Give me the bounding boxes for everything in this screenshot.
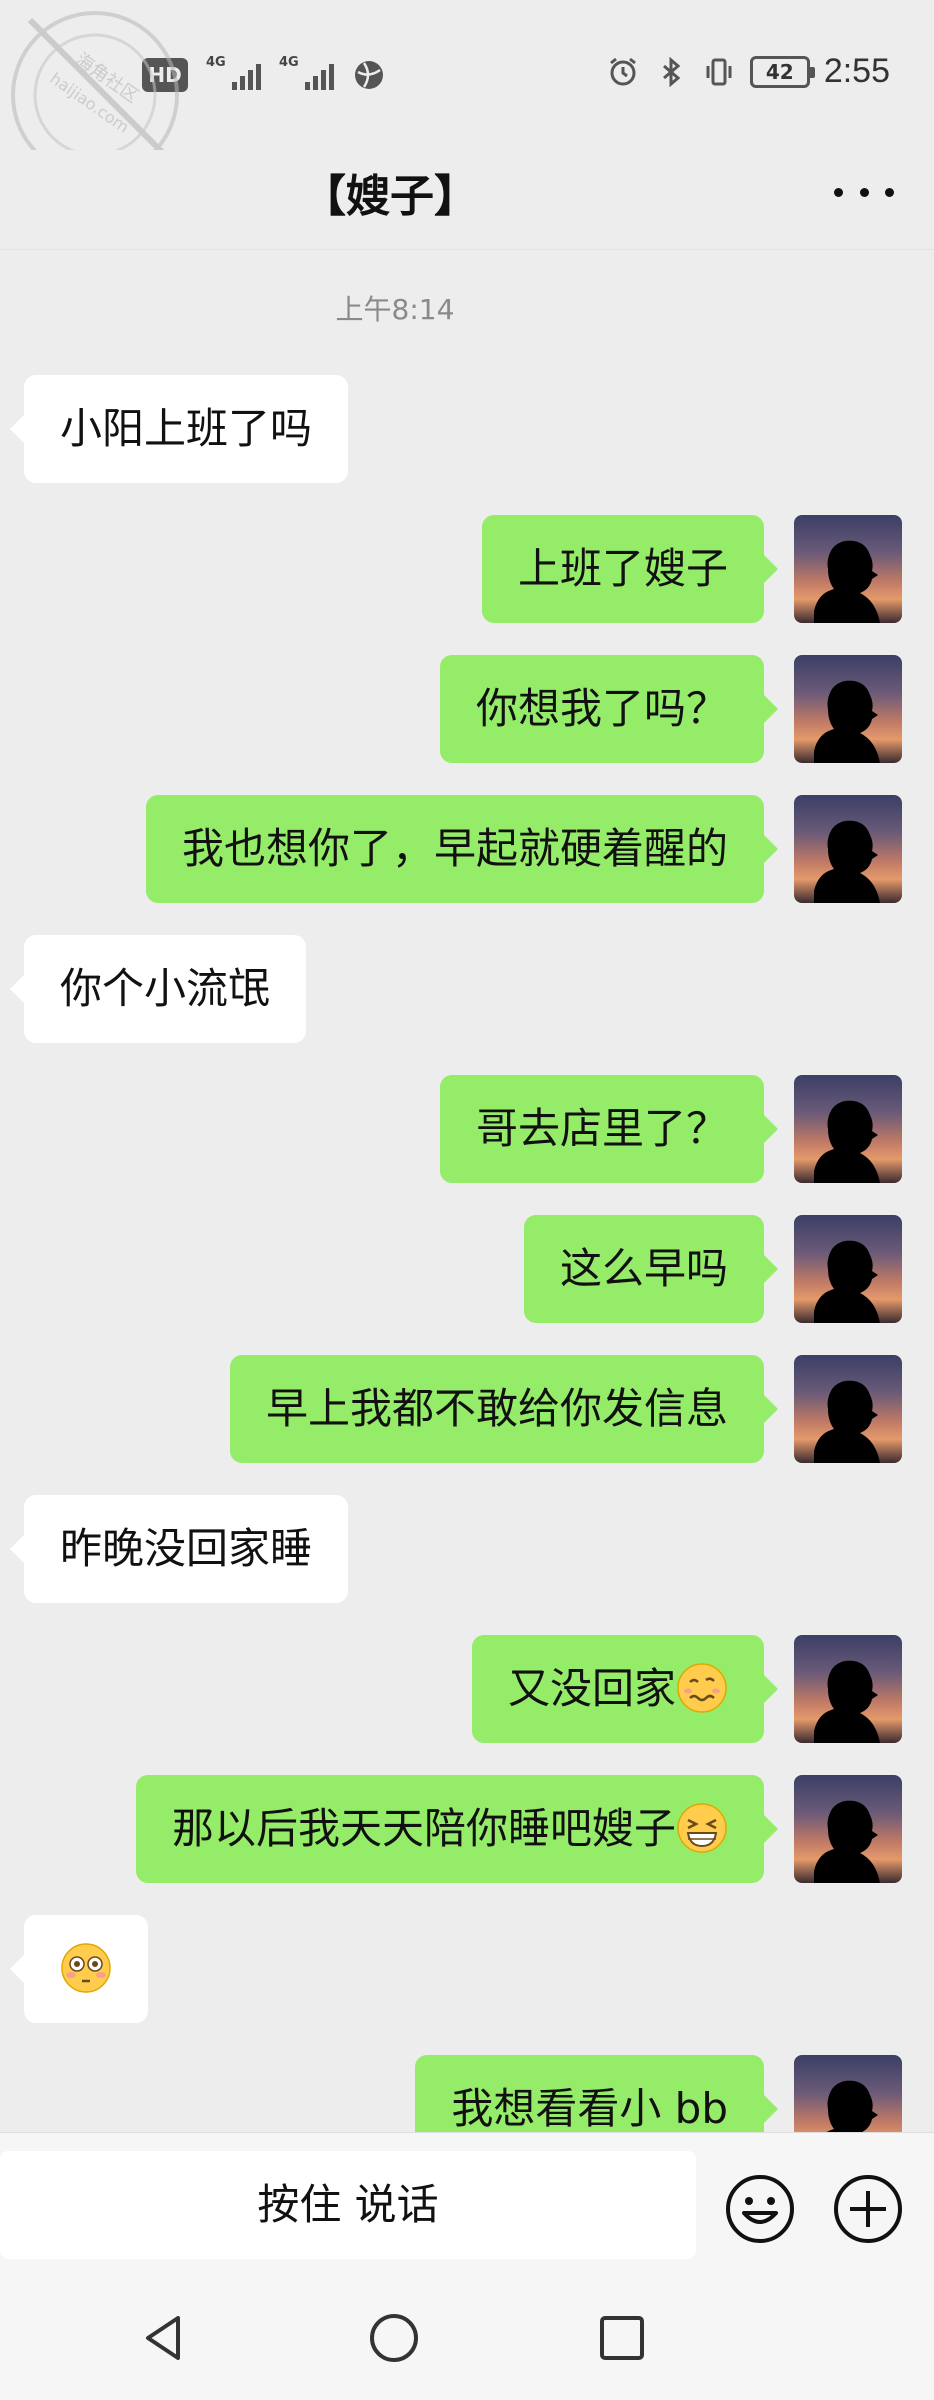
- system-nav-bar: [0, 2282, 934, 2400]
- browser-globe-icon: [355, 61, 383, 89]
- avatar[interactable]: [794, 795, 902, 903]
- woozy-face-icon: [676, 1662, 728, 1713]
- message-text: 早上我都不敢给你发信息: [265, 1384, 728, 1433]
- battery-icon: 42: [749, 55, 815, 88]
- message-bubble[interactable]: 那以后我天天陪你睡吧嫂子: [135, 1775, 779, 1883]
- sent-message: 又没回家: [0, 1635, 934, 1743]
- message-bubble[interactable]: 早上我都不敢给你发信息: [229, 1355, 779, 1463]
- received-message: 小阳上班了吗: [0, 375, 934, 483]
- status-time: 2:55: [823, 52, 890, 90]
- vibrate-icon: [706, 58, 732, 85]
- message-bubble[interactable]: 这么早吗: [523, 1215, 779, 1323]
- sent-message: 这么早吗: [0, 1215, 934, 1323]
- circle-home-icon[interactable]: [364, 2308, 424, 2368]
- signal-icon-1: 4G: [206, 56, 261, 90]
- message-text: 上班了嫂子: [517, 544, 728, 593]
- avatar[interactable]: [794, 1635, 902, 1743]
- flushed-face-icon: [60, 1942, 112, 1993]
- message-text: 你想我了吗？: [475, 684, 728, 733]
- message-bubble[interactable]: 我也想你了，早起就硬着醒的: [145, 795, 779, 903]
- triangle-back-icon[interactable]: [134, 2308, 194, 2368]
- alarm-icon: [609, 57, 636, 85]
- message-bubble[interactable]: 你个小流氓: [9, 935, 307, 1043]
- dot-icon: [885, 187, 894, 197]
- square-recents-icon[interactable]: [592, 2308, 652, 2368]
- smiley-icon[interactable]: [724, 2173, 796, 2245]
- avatar[interactable]: [794, 1075, 902, 1183]
- chat-timestamp: 上午8:14: [335, 293, 455, 326]
- signal-tag: 4G: [279, 55, 299, 70]
- sent-message: 早上我都不敢给你发信息: [0, 1355, 934, 1463]
- dot-icon: [859, 187, 869, 197]
- received-message: 昨晚没回家睡: [0, 1495, 934, 1603]
- received-message: [0, 1915, 934, 2023]
- avatar[interactable]: [794, 655, 902, 763]
- avatar[interactable]: [794, 1215, 902, 1323]
- message-bubble[interactable]: [10, 1915, 148, 2023]
- hold-to-talk-button[interactable]: 按住 说话: [0, 2151, 696, 2259]
- message-text: 昨晚没回家睡: [60, 1524, 313, 1573]
- message-text: 你个小流氓: [60, 964, 271, 1013]
- message-bubble[interactable]: 小阳上班了吗: [9, 375, 349, 483]
- message-bubble[interactable]: 你想我了吗？: [439, 655, 779, 763]
- message-bubble[interactable]: 又没回家: [471, 1635, 779, 1743]
- sent-message: 你想我了吗？: [0, 655, 934, 763]
- message-text: 那以后我天天陪你睡吧嫂子: [171, 1804, 676, 1853]
- message-text: 又没回家: [507, 1664, 676, 1713]
- sent-message: 上班了嫂子: [0, 515, 934, 623]
- plus-icon[interactable]: [832, 2173, 904, 2245]
- avatar[interactable]: [794, 1355, 902, 1463]
- avatar[interactable]: [794, 515, 902, 623]
- input-bar: 按住 说话: [0, 2132, 934, 2282]
- sent-message: 那以后我天天陪你睡吧嫂子: [0, 1775, 934, 1883]
- more-options-button[interactable]: [834, 172, 894, 212]
- message-text: 小阳上班了吗: [60, 404, 313, 453]
- sent-message: 哥去店里了？: [0, 1075, 934, 1183]
- chat-header: 【嫂子】: [0, 150, 934, 250]
- signal-icon-2: 4G: [279, 56, 334, 90]
- dot-icon: [834, 187, 843, 197]
- sent-message: 我也想你了，早起就硬着醒的: [0, 795, 934, 903]
- grinning-squinting-face-icon: [676, 1802, 728, 1853]
- received-message: 你个小流氓: [0, 935, 934, 1043]
- message-bubble[interactable]: 上班了嫂子: [481, 515, 779, 623]
- avatar[interactable]: [794, 1775, 902, 1883]
- message-text: 我想看看小 bb: [451, 2084, 728, 2133]
- bluetooth-icon: [662, 56, 681, 87]
- signal-tag: 4G: [206, 55, 226, 70]
- message-bubble[interactable]: 哥去店里了？: [439, 1075, 779, 1183]
- chat-title: 【嫂子】: [302, 171, 478, 222]
- message-text: 哥去店里了？: [475, 1104, 728, 1153]
- message-text: 这么早吗: [559, 1244, 728, 1293]
- status-right: 42 2:55: [606, 52, 890, 91]
- message-bubble[interactable]: 昨晚没回家睡: [9, 1495, 349, 1603]
- message-text: 我也想你了，早起就硬着醒的: [181, 824, 728, 873]
